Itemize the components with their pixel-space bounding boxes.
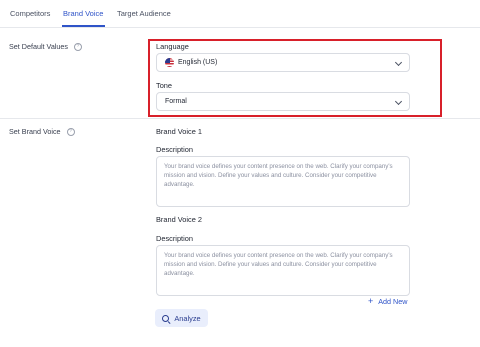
tab-brand-voice[interactable]: Brand Voice: [63, 9, 103, 18]
brand-voice-label: Set Brand Voice: [9, 127, 61, 136]
tone-value: Formal: [165, 98, 187, 105]
section-divider: [0, 118, 480, 119]
brand-voice-1-description-input[interactable]: Your brand voice defines your content pr…: [156, 156, 410, 207]
chevron-down-icon: [394, 97, 403, 106]
brand-voice-2-title: Brand Voice 2: [156, 215, 203, 224]
default-values-label: Set Default Values: [9, 42, 68, 51]
help-icon[interactable]: ?: [74, 42, 82, 51]
add-new-label: Add New: [378, 297, 408, 306]
tone-select[interactable]: Formal: [156, 92, 410, 111]
analyze-button[interactable]: Analyze: [155, 309, 208, 327]
brand-voice-2-description-input[interactable]: Your brand voice defines your content pr…: [156, 245, 410, 296]
brand-voice-1-title: Brand Voice 1: [156, 127, 203, 136]
search-icon: [162, 314, 170, 322]
plus-icon: +: [368, 296, 374, 306]
active-tab-indicator: [62, 25, 105, 27]
default-values-section-label: Set Default Values ?: [9, 42, 82, 51]
brand-voice-section-label: Set Brand Voice ?: [9, 127, 75, 136]
tab-target-audience[interactable]: Target Audience: [117, 9, 171, 18]
brand-voice-1-description-label: Description: [156, 145, 193, 154]
analyze-label: Analyze: [174, 313, 201, 323]
brand-voice-2-description-label: Description: [156, 234, 193, 243]
tab-competitors[interactable]: Competitors: [10, 9, 50, 18]
language-value: English (US): [178, 59, 218, 66]
language-select[interactable]: English (US): [156, 53, 410, 72]
us-flag-icon: [165, 58, 174, 67]
language-label: Language: [156, 42, 189, 51]
add-new-button[interactable]: + Add New: [368, 296, 408, 307]
tone-label: Tone: [156, 81, 173, 90]
chevron-down-icon: [394, 58, 403, 67]
help-icon[interactable]: ?: [66, 127, 75, 136]
tab-bar: Competitors Brand Voice Target Audience: [0, 0, 480, 28]
